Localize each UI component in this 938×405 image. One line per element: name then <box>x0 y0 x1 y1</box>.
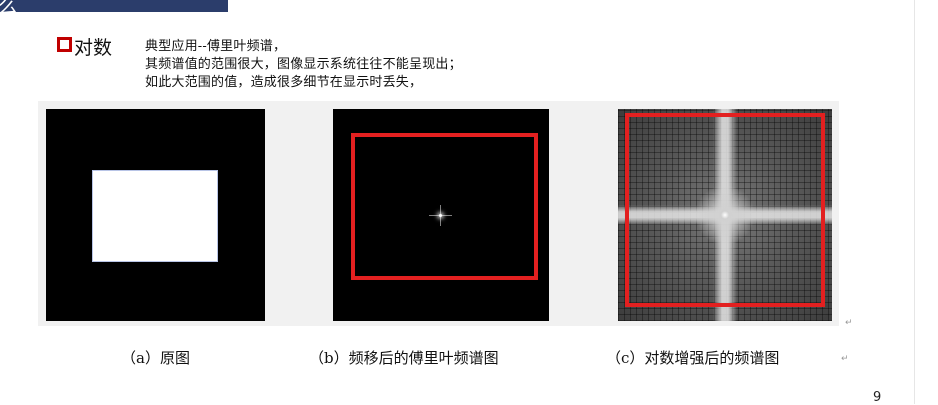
title-banner: 么 <box>0 0 228 18</box>
description-line-2: 其频谱值的范围很大，图像显示系统往往不能呈现出； <box>145 57 462 72</box>
caption-a: （a）原图 <box>121 349 190 367</box>
white-rectangle <box>92 170 218 262</box>
caption-c: （c）对数增强后的频谱图 <box>606 349 780 367</box>
log-enhanced-spectrum-image <box>618 109 832 321</box>
caption-b: （b）频移后的傅里叶频谱图 <box>309 349 499 367</box>
page-number: 9 <box>873 390 882 405</box>
shifted-spectrum-image <box>333 109 549 321</box>
red-highlight-box <box>625 113 825 307</box>
square-bullet-icon <box>57 37 72 52</box>
slide-edge-divider <box>914 0 915 404</box>
description-line-3: 如此大范围的值，造成很多细节在显示时丢失， <box>145 75 423 90</box>
original-image <box>46 109 265 321</box>
red-highlight-box <box>351 133 538 280</box>
bullet-title: 对数 <box>74 37 113 59</box>
description-line-1: 典型应用--傅里叶频谱， <box>145 39 287 54</box>
paragraph-mark: ↵ <box>841 354 849 364</box>
paragraph-mark: ↵ <box>845 318 853 328</box>
banner-text: 么 <box>0 0 18 18</box>
